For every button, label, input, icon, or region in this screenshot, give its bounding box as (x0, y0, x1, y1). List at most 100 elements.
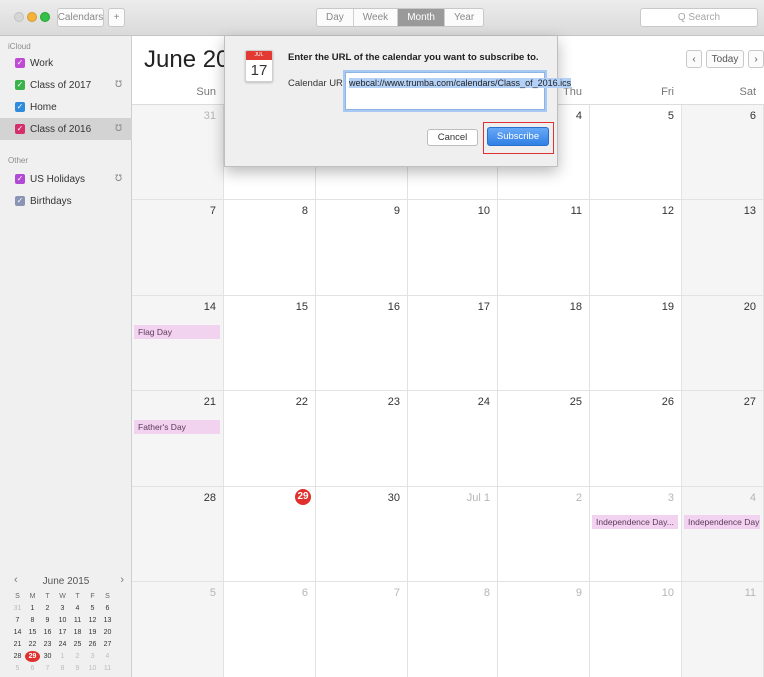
mini-day[interactable]: 8 (55, 663, 70, 674)
day-cell[interactable]: 29 (224, 487, 316, 582)
mini-day[interactable]: 19 (85, 627, 100, 638)
day-cell[interactable]: 9 (316, 200, 408, 296)
calendar-event[interactable]: Father's Day (134, 420, 220, 434)
checkbox-icon[interactable]: ✓ (15, 124, 25, 134)
day-cell[interactable]: 8 (408, 582, 498, 677)
day-cell[interactable]: 16 (316, 296, 408, 391)
zoom-window-button[interactable] (40, 12, 50, 22)
day-cell[interactable]: 10 (590, 582, 682, 677)
sidebar-calendar-item[interactable]: ✓ Home (0, 96, 132, 118)
day-cell[interactable]: 4 Independence Day (682, 487, 764, 582)
subscribe-button[interactable]: Subscribe (487, 127, 549, 146)
day-cell[interactable]: 21 Father's Day (132, 391, 224, 487)
day-cell[interactable]: 20 (682, 296, 764, 391)
day-cell[interactable]: 10 (408, 200, 498, 296)
mini-day[interactable]: 9 (70, 663, 85, 674)
mini-day[interactable]: 27 (100, 639, 115, 650)
mini-day[interactable]: 10 (85, 663, 100, 674)
sidebar-calendar-item[interactable]: ✓ Birthdays (0, 190, 132, 212)
search-input[interactable]: Q Search (640, 8, 758, 27)
mini-day[interactable]: 3 (55, 603, 70, 614)
mini-day[interactable]: 13 (100, 615, 115, 626)
calendar-event[interactable]: Independence Day... (592, 515, 678, 529)
mini-day[interactable]: 31 (10, 603, 25, 614)
calendar-url-input[interactable]: webcal://www.trumba.com/calendars/Class_… (345, 72, 572, 110)
mini-day[interactable]: 20 (100, 627, 115, 638)
calendar-event[interactable]: Flag Day (134, 325, 220, 339)
mini-day[interactable]: 28 (10, 651, 25, 662)
mini-day[interactable]: 29 (25, 651, 40, 662)
prev-month-button[interactable]: ‹ (686, 50, 702, 68)
checkbox-icon[interactable]: ✓ (15, 58, 25, 68)
mini-day[interactable]: 11 (70, 615, 85, 626)
mini-day[interactable]: 7 (10, 615, 25, 626)
day-cell[interactable]: 26 (590, 391, 682, 487)
day-cell[interactable]: 28 (132, 487, 224, 582)
cancel-button[interactable]: Cancel (427, 129, 478, 146)
mini-day[interactable]: 1 (55, 651, 70, 662)
mini-day[interactable]: 14 (10, 627, 25, 638)
mini-day[interactable]: 8 (25, 615, 40, 626)
day-cell[interactable]: 27 (682, 391, 764, 487)
checkbox-icon[interactable]: ✓ (15, 174, 25, 184)
day-cell[interactable]: 13 (682, 200, 764, 296)
day-cell[interactable]: 25 (498, 391, 590, 487)
day-cell[interactable]: 12 (590, 200, 682, 296)
mini-day[interactable]: 6 (100, 603, 115, 614)
mini-prev-month-button[interactable]: ‹ (14, 574, 18, 586)
day-cell[interactable]: 14 Flag Day (132, 296, 224, 391)
view-tab-year[interactable]: Year (445, 9, 483, 26)
day-cell[interactable]: 3 Independence Day... (590, 487, 682, 582)
day-cell[interactable]: 5 (590, 105, 682, 200)
day-cell[interactable]: 5 (132, 582, 224, 677)
mini-day[interactable]: 5 (10, 663, 25, 674)
close-window-button[interactable] (14, 12, 24, 22)
mini-day[interactable]: 7 (40, 663, 55, 674)
mini-day[interactable]: 23 (40, 639, 55, 650)
sidebar-calendar-item[interactable]: ✓ US Holidays ℧ (0, 168, 132, 190)
mini-day[interactable]: 17 (55, 627, 70, 638)
day-cell[interactable]: 2 (498, 487, 590, 582)
add-event-button[interactable]: + (108, 8, 125, 27)
minimize-window-button[interactable] (27, 12, 37, 22)
day-cell[interactable]: 8 (224, 200, 316, 296)
mini-day[interactable]: 5 (85, 603, 100, 614)
day-cell[interactable]: 31 (132, 105, 224, 200)
checkbox-icon[interactable]: ✓ (15, 80, 25, 90)
mini-day[interactable]: 1 (25, 603, 40, 614)
mini-day[interactable]: 11 (100, 663, 115, 674)
mini-day[interactable]: 22 (25, 639, 40, 650)
mini-day[interactable]: 4 (100, 651, 115, 662)
mini-day[interactable]: 16 (40, 627, 55, 638)
mini-day[interactable]: 25 (70, 639, 85, 650)
day-cell[interactable]: 15 (224, 296, 316, 391)
day-cell[interactable]: 7 (132, 200, 224, 296)
mini-day[interactable]: 4 (70, 603, 85, 614)
day-cell[interactable]: 11 (682, 582, 764, 677)
day-cell[interactable]: 19 (590, 296, 682, 391)
next-month-button[interactable]: › (748, 50, 764, 68)
mini-day[interactable]: 12 (85, 615, 100, 626)
view-tab-week[interactable]: Week (354, 9, 399, 26)
day-cell[interactable]: 30 (316, 487, 408, 582)
mini-day[interactable]: 15 (25, 627, 40, 638)
mini-day[interactable]: 18 (70, 627, 85, 638)
day-cell[interactable]: Jul 1 (408, 487, 498, 582)
day-cell[interactable]: 9 (498, 582, 590, 677)
view-tab-month[interactable]: Month (398, 9, 445, 26)
view-tab-day[interactable]: Day (317, 9, 354, 26)
checkbox-icon[interactable]: ✓ (15, 196, 25, 206)
mini-day[interactable]: 2 (40, 603, 55, 614)
mini-day[interactable]: 26 (85, 639, 100, 650)
mini-day[interactable]: 6 (25, 663, 40, 674)
mini-next-month-button[interactable]: › (120, 574, 124, 586)
mini-day[interactable]: 2 (70, 651, 85, 662)
today-button[interactable]: Today (706, 50, 744, 68)
checkbox-icon[interactable]: ✓ (15, 102, 25, 112)
day-cell[interactable]: 17 (408, 296, 498, 391)
mini-day[interactable]: 24 (55, 639, 70, 650)
sidebar-calendar-item[interactable]: ✓ Class of 2016 ℧ (0, 118, 132, 140)
sidebar-calendar-item[interactable]: ✓ Class of 2017 ℧ (0, 74, 132, 96)
day-cell[interactable]: 6 (224, 582, 316, 677)
day-cell[interactable]: 11 (498, 200, 590, 296)
